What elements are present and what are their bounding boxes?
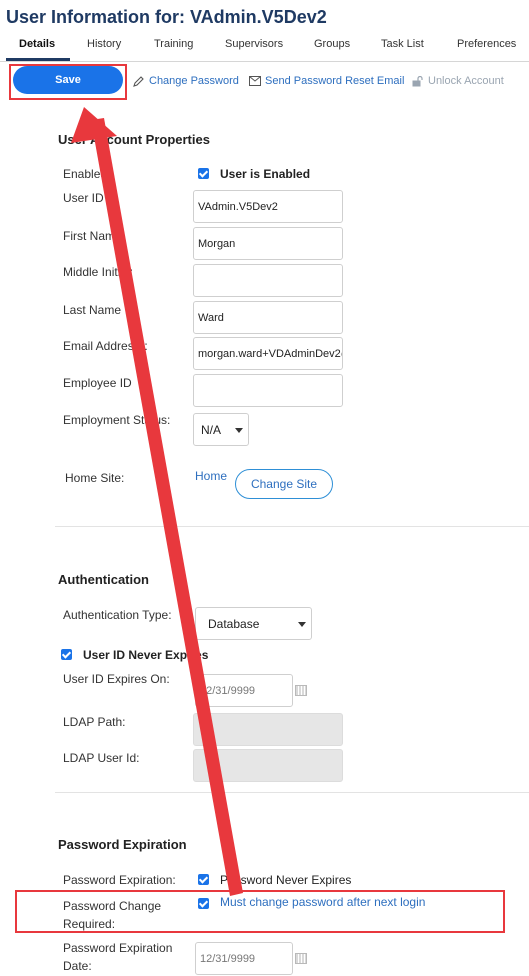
annotation-arrow [71,107,243,896]
